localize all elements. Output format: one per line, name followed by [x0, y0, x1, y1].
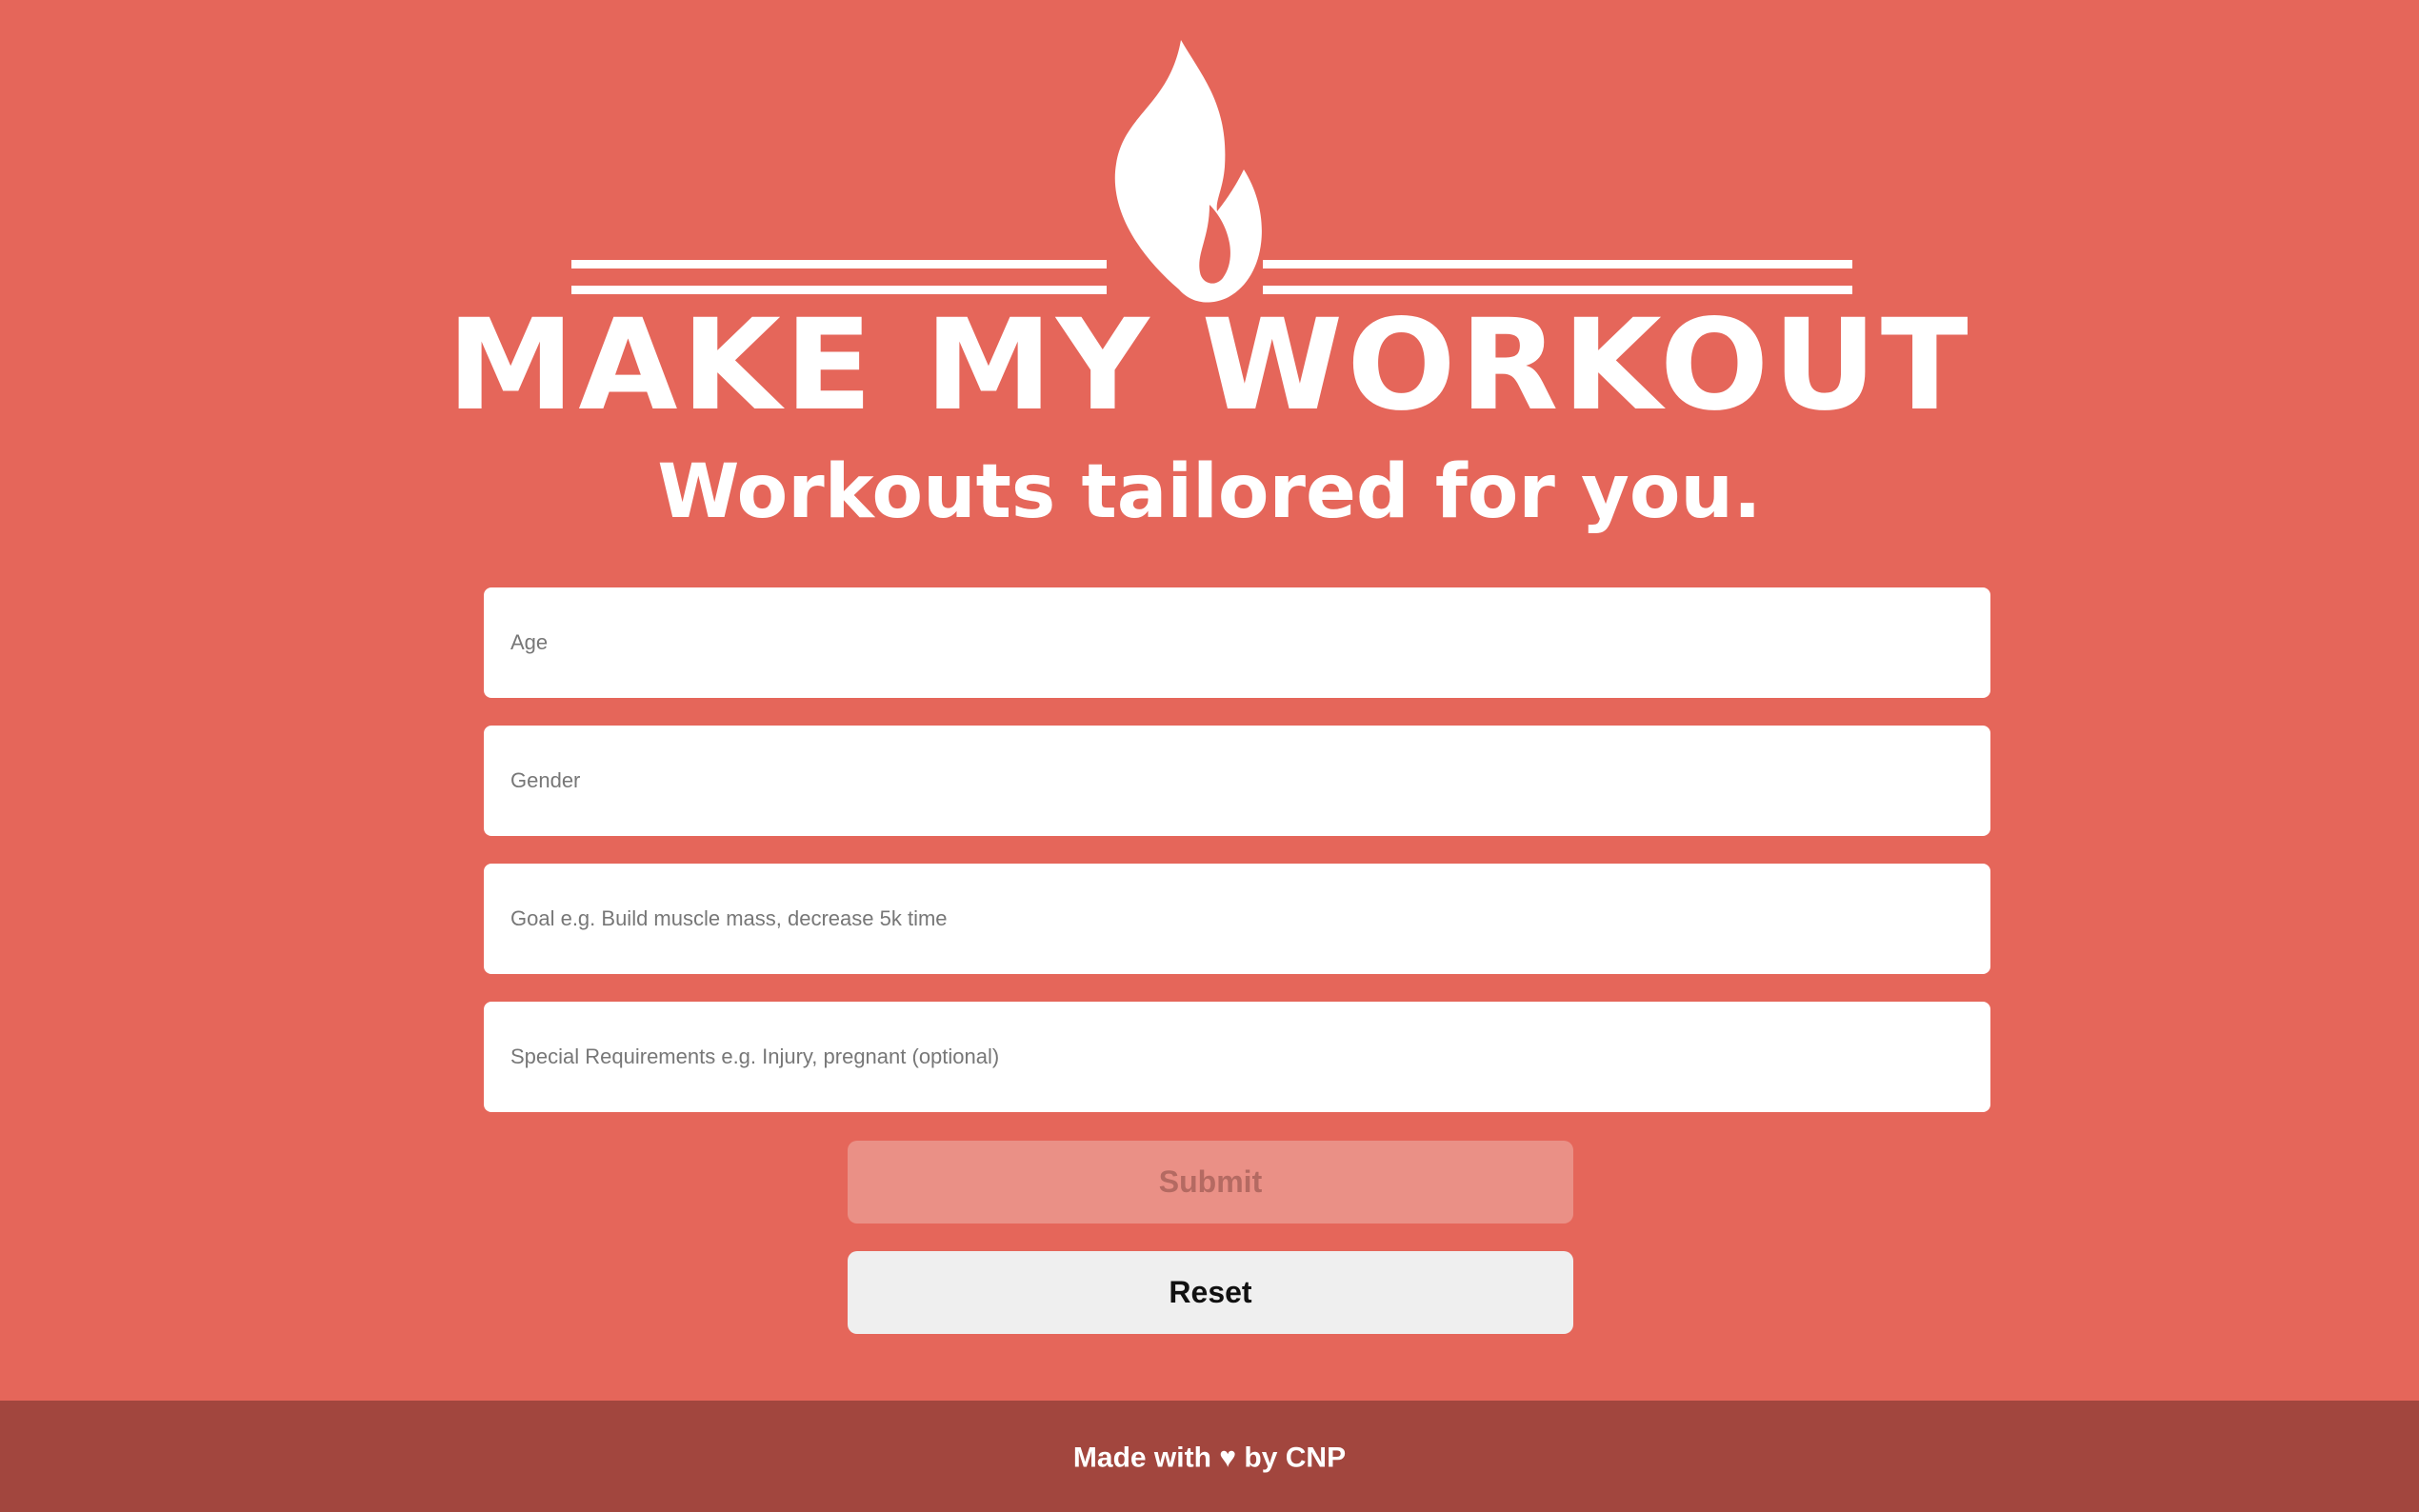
footer-text-after: by CNP: [1244, 1442, 1347, 1474]
footer: Made with ♥ by CNP: [0, 1401, 2419, 1512]
workout-form: [484, 587, 1990, 1140]
gender-input[interactable]: [484, 726, 1990, 836]
submit-button[interactable]: Submit: [848, 1141, 1573, 1224]
page: MAKE MY WORKOUT Workouts tailored for yo…: [0, 0, 2419, 1512]
goal-input[interactable]: [484, 864, 1990, 974]
special-requirements-input[interactable]: [484, 1002, 1990, 1112]
app-title: MAKE MY WORKOUT: [447, 292, 1972, 439]
age-input[interactable]: [484, 587, 1990, 698]
footer-text-before: Made with: [1072, 1442, 1211, 1474]
tagline: Workouts tailored for you.: [657, 449, 1762, 535]
reset-button[interactable]: Reset: [848, 1251, 1573, 1334]
logo: MAKE MY WORKOUT Workouts tailored for yo…: [0, 0, 2419, 571]
heart-icon: ♥: [1219, 1442, 1237, 1474]
